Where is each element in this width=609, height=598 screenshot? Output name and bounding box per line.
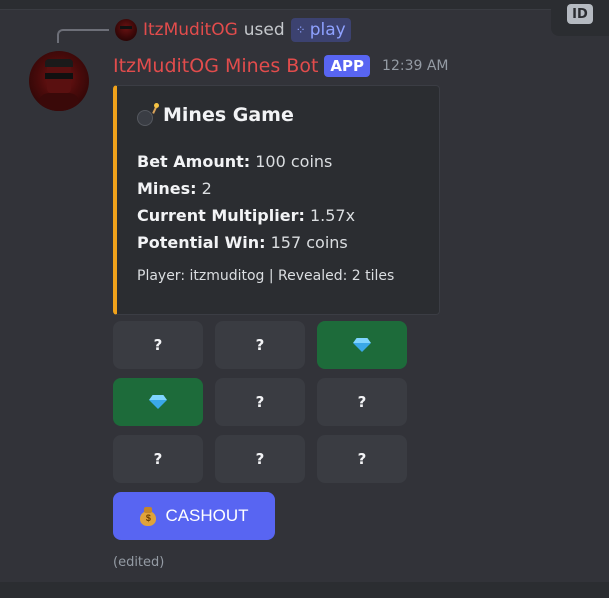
slash-command-icon: ⁘	[295, 23, 306, 37]
reply-context[interactable]: ItzMuditOG used ⁘ play	[115, 17, 351, 43]
top-strip	[0, 0, 609, 10]
cashout-button[interactable]: $ CASHOUT	[113, 492, 275, 540]
field-potential-win: Potential Win: 157 coins	[137, 233, 348, 252]
tile-label: ?	[255, 336, 265, 354]
embed-footer: Player: itzmuditog | Revealed: 2 tiles	[137, 268, 395, 284]
tile-label: ?	[357, 393, 367, 411]
command-name: play	[309, 20, 346, 40]
bot-username[interactable]: ItzMuditOG Mines Bot	[113, 55, 318, 77]
embed-fields: Bet Amount: 100 coins Mines: 2 Current M…	[137, 148, 355, 256]
embed-title: Mines Game	[137, 103, 294, 126]
tile-3[interactable]	[317, 321, 407, 369]
tile-8[interactable]: ?	[215, 435, 305, 483]
reply-used-text: used	[243, 20, 285, 40]
tile-label: ?	[255, 450, 265, 468]
tile-1[interactable]: ?	[113, 321, 203, 369]
field-mines: Mines: 2	[137, 179, 212, 198]
gem-icon	[353, 338, 371, 352]
cashout-label: CASHOUT	[165, 506, 249, 525]
edited-label: (edited)	[113, 555, 165, 570]
message-toolbar: ID	[551, 0, 609, 36]
tile-label: ?	[357, 450, 367, 468]
tile-7[interactable]: ?	[113, 435, 203, 483]
tile-2[interactable]: ?	[215, 321, 305, 369]
tile-6[interactable]: ?	[317, 378, 407, 426]
command-chip[interactable]: ⁘ play	[290, 18, 351, 42]
tile-9[interactable]: ?	[317, 435, 407, 483]
bottom-strip	[0, 582, 609, 598]
message-timestamp[interactable]: 12:39 AM	[382, 58, 448, 74]
reply-spine	[57, 29, 109, 43]
embed-title-text: Mines Game	[163, 104, 294, 126]
id-icon[interactable]: ID	[567, 4, 593, 24]
message-header: ItzMuditOG Mines Bot APP 12:39 AM	[113, 53, 448, 79]
reply-avatar[interactable]	[115, 19, 137, 41]
tile-label: ?	[153, 336, 163, 354]
field-current-multiplier: Current Multiplier: 1.57x	[137, 206, 356, 225]
money-bag-icon: $	[139, 506, 157, 526]
bot-avatar[interactable]	[29, 51, 89, 111]
tile-label: ?	[255, 393, 265, 411]
bomb-icon	[137, 103, 159, 126]
tile-5[interactable]: ?	[215, 378, 305, 426]
mines-embed: Mines Game Bet Amount: 100 coins Mines: …	[113, 85, 440, 315]
gem-icon	[149, 395, 167, 409]
tile-4[interactable]	[113, 378, 203, 426]
app-badge: APP	[324, 55, 371, 77]
reply-username[interactable]: ItzMuditOG	[143, 20, 238, 40]
field-bet-amount: Bet Amount: 100 coins	[137, 152, 333, 171]
tile-label: ?	[153, 450, 163, 468]
